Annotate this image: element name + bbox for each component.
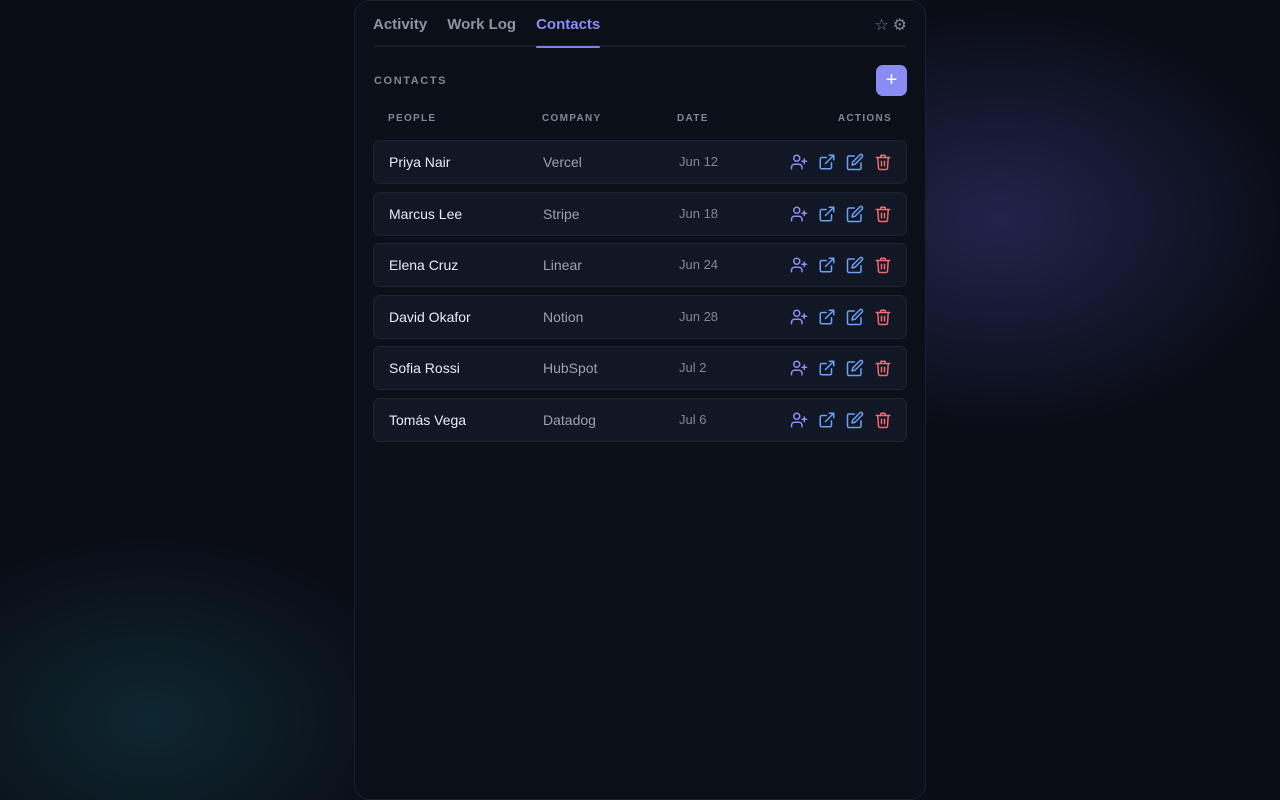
contact-name: Elena Cruz: [389, 257, 459, 274]
edit-icon[interactable]: [846, 359, 864, 377]
tab-bar: Activity Work Log Contacts ☆ ⚙: [373, 0, 907, 48]
external-link-icon[interactable]: [818, 256, 836, 274]
contacts-panel: Activity Work Log Contacts ☆ ⚙ CONTACTS …: [354, 0, 926, 800]
trash-icon[interactable]: [874, 205, 892, 223]
row-actions: [790, 205, 892, 223]
table-row[interactable]: Tomás Vega Datadog Jul 6: [373, 397, 907, 442]
contact-company: Linear: [543, 257, 582, 274]
contact-date: Jun 18: [679, 205, 719, 221]
row-actions: [790, 256, 892, 274]
row-actions: [790, 308, 892, 326]
contact-name: David Okafor: [389, 308, 471, 325]
add-contact-button[interactable]: +: [876, 65, 907, 96]
table-row[interactable]: Elena Cruz Linear Jun 24: [373, 243, 907, 288]
table-row[interactable]: David Okafor Notion Jun 28: [373, 294, 907, 339]
trash-icon[interactable]: [874, 359, 892, 377]
column-header-people: PEOPLE: [388, 113, 437, 124]
add-user-icon[interactable]: [790, 308, 808, 326]
contact-date: Jun 12: [679, 154, 719, 169]
contact-company: HubSpot: [543, 360, 598, 377]
contact-name: Marcus Lee: [389, 205, 463, 222]
edit-icon[interactable]: [846, 153, 864, 171]
contact-date: Jun 24: [679, 257, 719, 273]
tab-contacts[interactable]: Contacts: [536, 0, 601, 48]
contact-date: Jul 2: [679, 360, 707, 376]
contact-company: Vercel: [543, 154, 582, 170]
column-header-date: DATE: [677, 113, 709, 124]
edit-icon[interactable]: [846, 205, 864, 223]
add-user-icon[interactable]: [790, 411, 808, 429]
tab-work-log[interactable]: Work Log: [447, 0, 516, 46]
trash-icon[interactable]: [874, 153, 892, 171]
contact-company: Notion: [543, 308, 584, 325]
tab-activity[interactable]: Activity: [373, 0, 427, 46]
external-link-icon[interactable]: [818, 205, 836, 223]
edit-icon[interactable]: [846, 411, 864, 429]
external-link-icon[interactable]: [818, 308, 836, 326]
contact-date: Jun 28: [679, 308, 719, 324]
section-title: CONTACTS: [374, 75, 448, 87]
gear-icon[interactable]: ⚙: [893, 15, 907, 35]
row-actions: [790, 411, 892, 429]
contact-name: Tomás Vega: [389, 411, 467, 428]
external-link-icon[interactable]: [818, 153, 836, 171]
contact-date: Jul 6: [679, 411, 707, 427]
contact-name: Priya Nair: [389, 154, 451, 170]
contact-company: Datadog: [543, 411, 596, 428]
external-link-icon[interactable]: [818, 359, 836, 377]
contacts-list: Priya Nair Vercel Jun 12 Marcus Lee Stripe Ju…: [373, 140, 907, 450]
column-header-actions: ACTIONS: [837, 113, 892, 124]
table-row[interactable]: Sofia Rossi HubSpot Jul 2: [373, 346, 907, 391]
edit-icon[interactable]: [846, 256, 864, 274]
star-icon[interactable]: ☆: [874, 15, 888, 35]
add-user-icon[interactable]: [790, 153, 808, 171]
row-actions: [790, 359, 892, 377]
external-link-icon[interactable]: [818, 411, 836, 429]
trash-icon[interactable]: [874, 411, 892, 429]
add-user-icon[interactable]: [790, 359, 808, 377]
column-header-company: COMPANY: [542, 113, 602, 124]
contact-name: Sofia Rossi: [389, 360, 460, 377]
contact-company: Stripe: [543, 205, 580, 222]
add-user-icon[interactable]: [790, 256, 808, 274]
add-user-icon[interactable]: [790, 205, 808, 223]
row-actions: [790, 153, 892, 171]
table-row[interactable]: Priya Nair Vercel Jun 12: [373, 140, 907, 184]
trash-icon[interactable]: [874, 308, 892, 326]
header-icons: ☆ ⚙: [874, 15, 907, 35]
table-row[interactable]: Marcus Lee Stripe Jun 18: [373, 191, 907, 236]
trash-icon[interactable]: [874, 256, 892, 274]
edit-icon[interactable]: [846, 308, 864, 326]
